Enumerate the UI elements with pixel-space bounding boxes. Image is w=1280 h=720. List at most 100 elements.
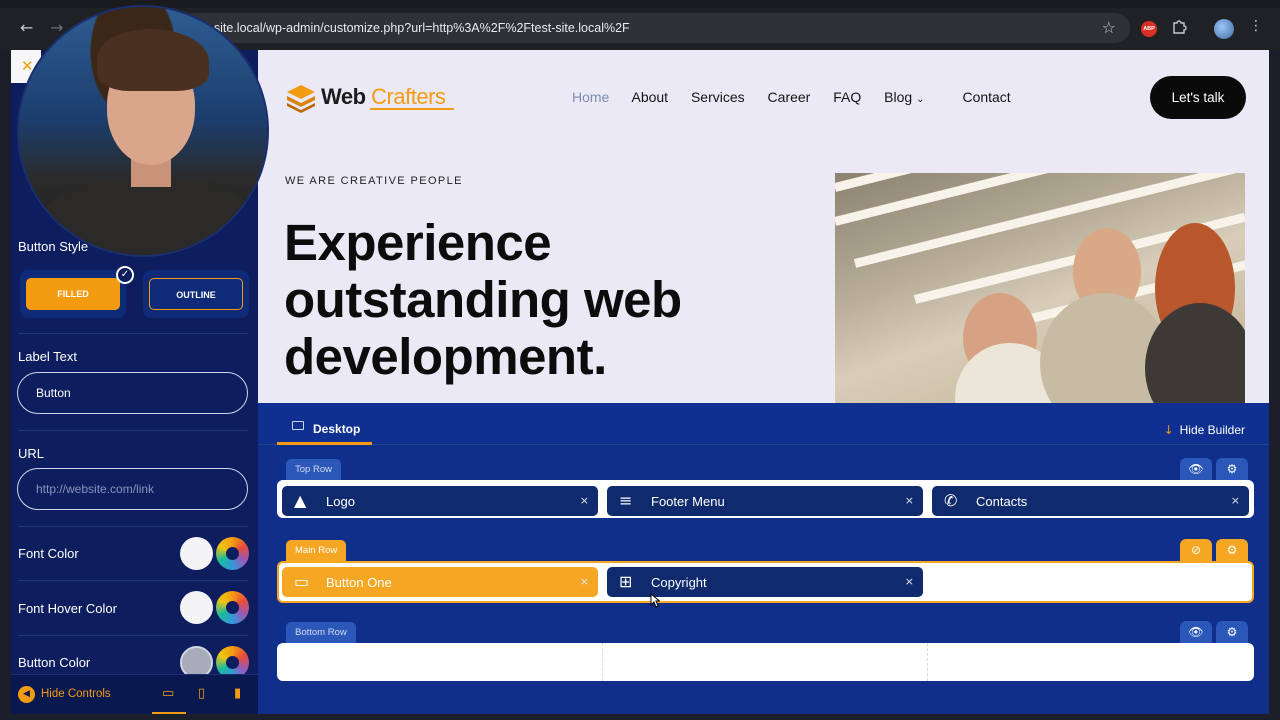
logo-main-text: Web [321, 84, 366, 109]
phone-icon: ✆ [944, 491, 958, 510]
filled-option-label[interactable]: FILLED [26, 278, 120, 310]
logo-underline [370, 108, 454, 110]
nav-faq[interactable]: FAQ [833, 89, 861, 105]
grid-icon: ⊞ [619, 572, 633, 591]
nav-home[interactable]: Home [572, 89, 609, 105]
frame-right [1269, 50, 1280, 720]
remove-icon[interactable]: × [580, 494, 589, 507]
url-input[interactable]: http://website.com/link [17, 468, 248, 510]
hide-builder-label: Hide Builder [1179, 423, 1245, 437]
bottom-row[interactable] [277, 643, 1254, 681]
logo-icon[interactable] [285, 83, 317, 113]
widget-label: Button One [326, 575, 392, 590]
builder-toolbar: Desktop ↓ Hide Builder [258, 403, 1269, 445]
bottom-row-tag[interactable]: Bottom Row [286, 622, 356, 643]
logo-mountain-icon: ▲ [294, 491, 307, 510]
browser-tabstrip [0, 0, 1280, 8]
remove-icon[interactable]: × [580, 575, 589, 588]
remove-icon[interactable]: × [905, 494, 914, 507]
desktop-preview-icon[interactable]: ▭ [162, 686, 174, 701]
nav-blog[interactable]: Blog [884, 89, 912, 105]
checkmark-icon: ✓ [116, 266, 134, 284]
adblock-extension-icon[interactable]: ABP [1141, 21, 1157, 37]
widget-label: Logo [326, 494, 355, 509]
puzzle-icon[interactable] [1171, 19, 1187, 35]
button-icon: ▭ [294, 572, 310, 591]
divider [18, 333, 248, 334]
gear-icon[interactable]: ⚙ [1216, 539, 1248, 561]
widget-label: Copyright [651, 575, 707, 590]
widget-label: Footer Menu [651, 494, 725, 509]
color-wheel-icon[interactable] [216, 537, 249, 570]
hide-controls-button[interactable]: Hide Controls [41, 688, 111, 700]
remove-icon[interactable]: × [1231, 494, 1240, 507]
label-text-input[interactable]: Button [17, 372, 248, 414]
divider [18, 526, 248, 527]
remove-icon[interactable]: × [905, 575, 914, 588]
top-row[interactable]: ▲ Logo × ≡ Footer Menu × ✆ Contacts × [277, 480, 1254, 518]
tablet-preview-icon[interactable]: ▯ [198, 686, 205, 701]
main-row-tag[interactable]: Main Row [286, 540, 347, 561]
outline-option-label[interactable]: OUTLINE [149, 278, 243, 310]
divider [18, 580, 248, 581]
widget-contacts[interactable]: ✆ Contacts × [932, 486, 1249, 516]
url-label: URL [18, 446, 45, 461]
site-preview: Web Crafters Home About Services Career … [258, 50, 1269, 403]
gear-icon[interactable]: ⚙ [1216, 458, 1248, 480]
eye-icon[interactable]: 👁 [1180, 458, 1212, 480]
divider [18, 430, 248, 431]
menu-lines-icon: ≡ [619, 491, 633, 510]
lets-talk-button[interactable]: Let's talk [1150, 76, 1246, 119]
star-icon[interactable]: ☆ [1102, 18, 1116, 37]
nav-contact[interactable]: Contact [962, 89, 1010, 105]
hero-image [835, 173, 1245, 403]
button-color-label: Button Color [18, 655, 91, 670]
chevron-down-icon[interactable]: ⌄ [916, 94, 924, 105]
widget-logo[interactable]: ▲ Logo × [282, 486, 598, 516]
column-divider [927, 643, 928, 681]
font-color-swatch[interactable] [180, 537, 213, 570]
kebab-icon[interactable]: ⋮ [1249, 18, 1263, 34]
font-hover-color-label: Font Hover Color [18, 601, 117, 616]
logo-accent-text: Crafters [371, 84, 446, 109]
hide-builder-button[interactable]: ↓ Hide Builder [1164, 423, 1245, 437]
arrow-down-icon: ↓ [1163, 423, 1174, 437]
nav-about[interactable]: About [631, 89, 668, 105]
mouse-cursor-icon [650, 593, 660, 608]
widget-button-one[interactable]: ▭ Button One × [282, 567, 598, 597]
profile-avatar[interactable] [1214, 19, 1234, 39]
main-row[interactable]: ▭ Button One × ⊞ Copyright × [277, 561, 1254, 603]
hero-headline: Experience outstanding web development. [284, 214, 682, 385]
font-color-label: Font Color [18, 546, 79, 561]
presenter-webcam [17, 5, 269, 257]
color-wheel-icon[interactable] [216, 591, 249, 624]
mobile-preview-icon[interactable]: ▮ [234, 686, 241, 701]
column-divider [602, 643, 603, 681]
desktop-icon [292, 421, 304, 430]
font-hover-color-swatch[interactable] [180, 591, 213, 624]
divider [18, 635, 248, 636]
address-bar[interactable]: st-site.local/wp-admin/customize.php?url… [180, 13, 1130, 43]
tab-desktop[interactable]: Desktop [277, 403, 372, 445]
footer-builder: Desktop ↓ Hide Builder Top Row 👁 ⚙ ▲ Logo… [258, 403, 1269, 714]
arrow-left-icon[interactable]: ← [20, 18, 33, 37]
hero-eyebrow: WE ARE CREATIVE PEOPLE [285, 175, 463, 187]
frame-bottom [0, 714, 1280, 720]
tab-desktop-label: Desktop [313, 422, 361, 436]
site-logo[interactable]: Web Crafters [321, 84, 446, 110]
eye-slash-icon[interactable]: ⊘ [1180, 539, 1212, 561]
button-style-outline[interactable]: OUTLINE [143, 270, 249, 318]
widget-label: Contacts [976, 494, 1028, 509]
eye-icon[interactable]: 👁 [1180, 621, 1212, 643]
nav-services[interactable]: Services [691, 89, 745, 105]
hide-controls-icon[interactable]: ◀ [18, 686, 35, 703]
site-nav: Home About Services Career FAQ Blog ⌄ Con… [572, 89, 1030, 105]
button-style-filled[interactable]: FILLED [20, 270, 126, 318]
widget-footer-menu[interactable]: ≡ Footer Menu × [607, 486, 923, 516]
address-url[interactable]: st-site.local/wp-admin/customize.php?url… [200, 21, 630, 35]
panel-footer: ◀ Hide Controls ▭ ▯ ▮ [11, 674, 258, 714]
frame-left [0, 50, 11, 720]
top-row-tag[interactable]: Top Row [286, 459, 341, 480]
nav-career[interactable]: Career [768, 89, 811, 105]
gear-icon[interactable]: ⚙ [1216, 621, 1248, 643]
